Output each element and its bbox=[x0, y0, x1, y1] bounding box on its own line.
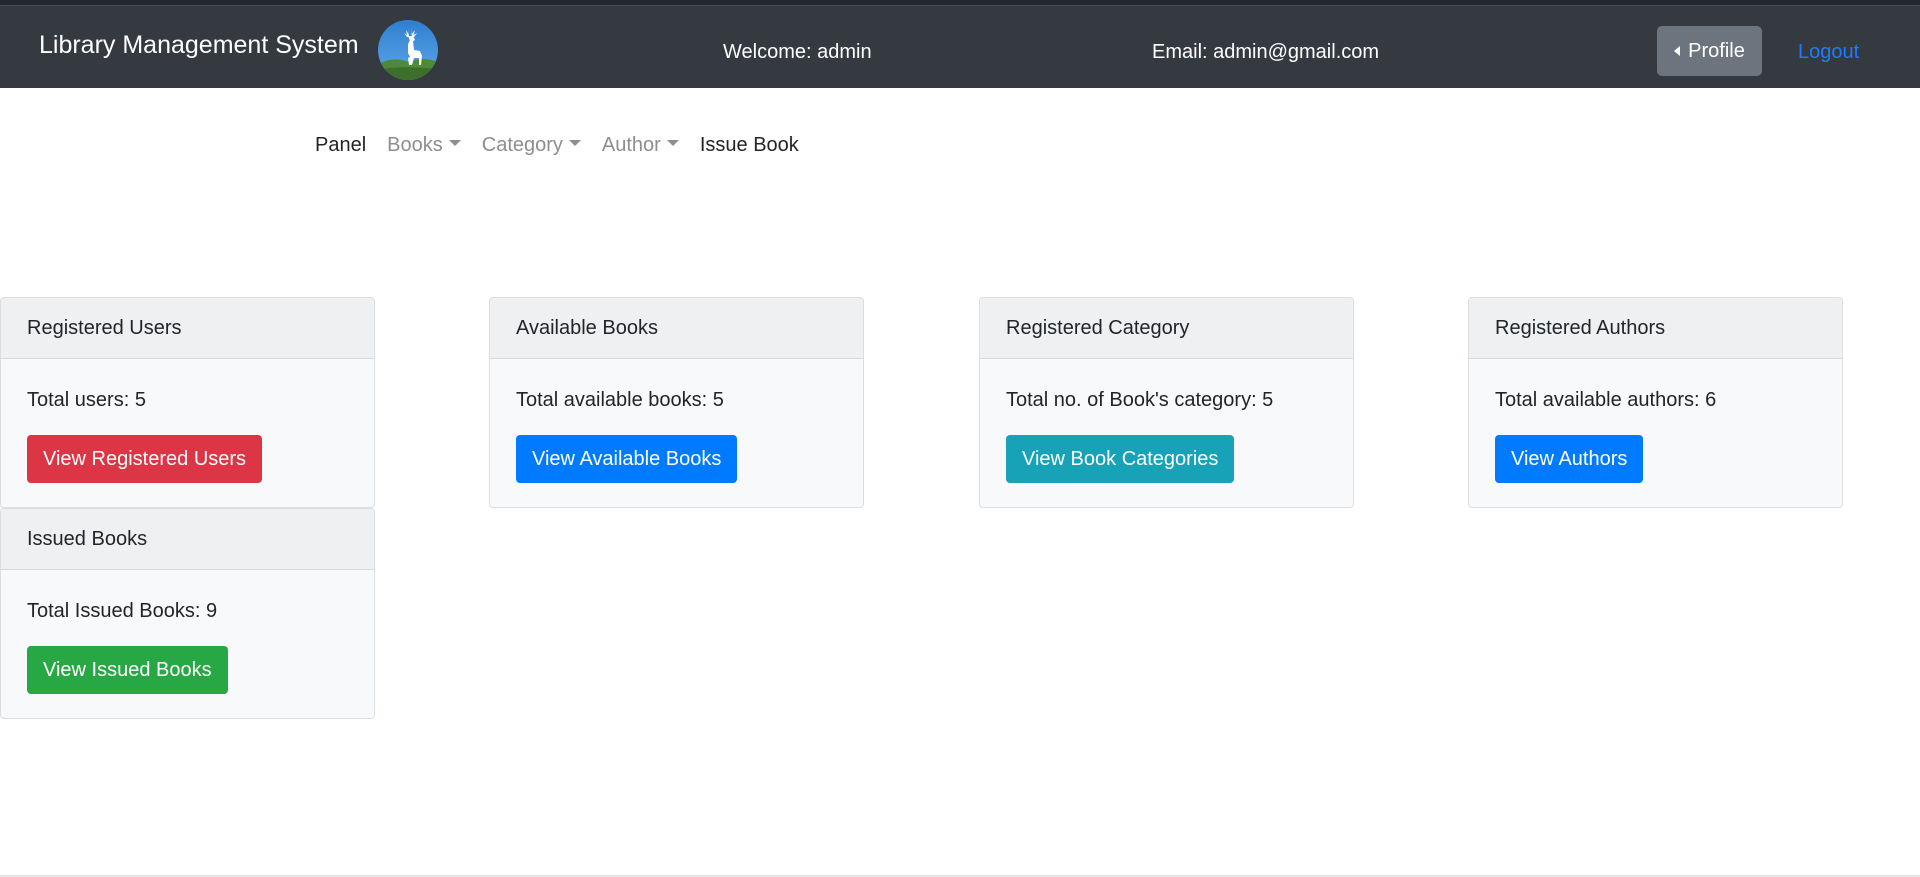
card-header: Registered Authors bbox=[1469, 298, 1842, 359]
card-header: Available Books bbox=[490, 298, 863, 359]
nav-books-dropdown[interactable]: Books bbox=[387, 131, 461, 159]
category-count-text: Total no. of Book's category: 5 bbox=[1006, 389, 1274, 411]
main-nav: Panel Books Category Author Issue Book bbox=[315, 130, 820, 160]
nav-books-label: Books bbox=[387, 134, 443, 156]
top-navbar: Library Management System Welcome: admin… bbox=[0, 0, 1920, 88]
nav-category-label: Category bbox=[481, 134, 563, 156]
caret-left-icon bbox=[1674, 46, 1681, 56]
nav-category-dropdown[interactable]: Category bbox=[482, 131, 581, 159]
users-count-text: Total users: 5 bbox=[27, 389, 146, 411]
caret-down-icon bbox=[666, 140, 679, 146]
nav-author-label: Author bbox=[601, 134, 661, 156]
issued-books-card: Issued Books Total Issued Books: 9 View … bbox=[0, 508, 375, 719]
caret-down-icon bbox=[448, 140, 461, 146]
card-header: Registered Users bbox=[1, 298, 374, 359]
authors-count-text: Total available authors: 6 bbox=[1495, 389, 1717, 411]
view-registered-users-button[interactable]: View Registered Users bbox=[27, 435, 263, 483]
view-book-categories-button[interactable]: View Book Categories bbox=[1006, 435, 1235, 483]
deer-logo-icon bbox=[378, 20, 438, 80]
books-count-text: Total available books: 5 bbox=[516, 389, 724, 411]
card-header: Registered Category bbox=[980, 298, 1353, 359]
view-available-books-button[interactable]: View Available Books bbox=[516, 435, 738, 483]
profile-button[interactable]: Profile bbox=[1657, 26, 1762, 76]
welcome-text: Welcome: admin bbox=[723, 41, 872, 63]
registered-users-card: Registered Users Total users: 5 View Reg… bbox=[0, 297, 375, 508]
nav-author-dropdown[interactable]: Author bbox=[602, 131, 679, 159]
brand-title[interactable]: Library Management System bbox=[39, 28, 359, 62]
nav-panel[interactable]: Panel bbox=[315, 131, 366, 159]
nav-issue-book[interactable]: Issue Book bbox=[700, 131, 799, 159]
available-books-card: Available Books Total available books: 5… bbox=[489, 297, 864, 508]
nav-panel-label: Panel bbox=[315, 134, 367, 156]
view-authors-button[interactable]: View Authors bbox=[1495, 435, 1644, 483]
email-text: Email: admin@gmail.com bbox=[1152, 41, 1380, 63]
registered-authors-card: Registered Authors Total available autho… bbox=[1468, 297, 1843, 508]
registered-category-card: Registered Category Total no. of Book's … bbox=[979, 297, 1354, 508]
view-issued-books-button[interactable]: View Issued Books bbox=[27, 646, 228, 694]
card-header: Issued Books bbox=[1, 509, 374, 570]
profile-button-label: Profile bbox=[1688, 39, 1745, 62]
nav-issue-book-label: Issue Book bbox=[699, 134, 799, 156]
caret-down-icon bbox=[568, 140, 581, 146]
issued-count-text: Total Issued Books: 9 bbox=[27, 600, 218, 622]
logout-link[interactable]: Logout bbox=[1798, 38, 1859, 66]
